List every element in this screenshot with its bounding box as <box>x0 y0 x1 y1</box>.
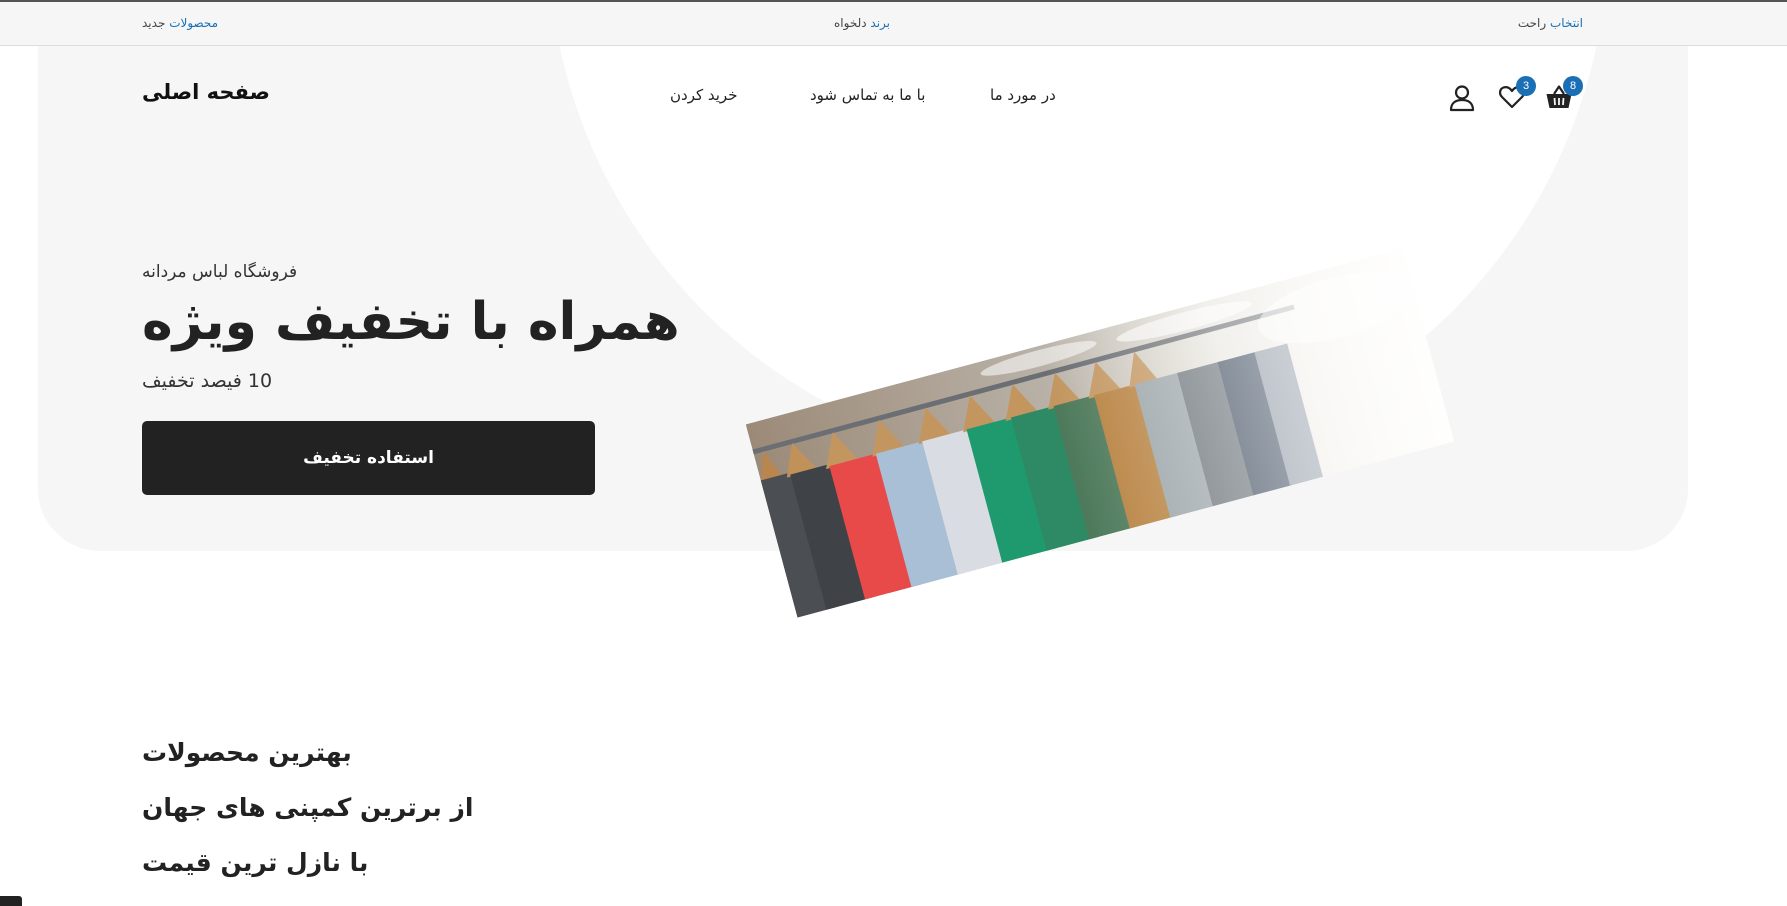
topbar-new-products-accent: محصولات <box>169 16 219 30</box>
topbar-new-products[interactable]: محصولات جدید <box>142 16 218 30</box>
user-account-button[interactable] <box>1449 84 1477 112</box>
topbar-easy-choice[interactable]: انتخاب راحت <box>1518 16 1583 30</box>
wishlist-count-badge: 3 <box>1516 76 1536 96</box>
user-icon <box>1449 85 1475 112</box>
cart-count-badge: 8 <box>1563 76 1583 96</box>
home-logo-link[interactable]: صفحه اصلی <box>142 80 270 104</box>
nav-link-about[interactable]: در مورد ما <box>990 86 1056 104</box>
topbar-easy-choice-muted: راحت <box>1517 16 1547 30</box>
feature-lowest-price: با نازل ترین قیمت <box>142 848 369 877</box>
feature-best-products: بهترین محصولات <box>142 738 352 767</box>
cart-button[interactable]: 8 <box>1545 76 1583 112</box>
topbar-favorite-brand[interactable]: برند دلخواه <box>834 16 890 30</box>
corner-widget-tab[interactable] <box>0 896 22 906</box>
nav-link-contact[interactable]: با ما به تماس شود <box>810 86 925 104</box>
topbar-favorite-brand-accent: برند <box>870 16 891 30</box>
wishlist-button[interactable]: 3 <box>1498 76 1536 112</box>
use-discount-button[interactable]: استفاده تخفیف <box>142 421 595 495</box>
topbar-favorite-brand-muted: دلخواه <box>834 16 867 30</box>
top-bar: انتخاب راحت برند دلخواه محصولات جدید <box>0 0 1787 46</box>
nav-link-shop[interactable]: خرید کردن <box>670 86 737 104</box>
feature-top-companies: از برترین کمپنی های جهان <box>142 793 474 822</box>
hero-discount-text: 10 فیصد تخفیف <box>142 370 273 392</box>
hero-kicker: فروشگاه لباس مردانه <box>142 262 298 282</box>
topbar-easy-choice-accent: انتخاب <box>1550 16 1583 30</box>
topbar-new-products-muted: جدید <box>142 16 166 30</box>
hero-headline: همراه با تخفیف ویژه <box>142 292 680 352</box>
